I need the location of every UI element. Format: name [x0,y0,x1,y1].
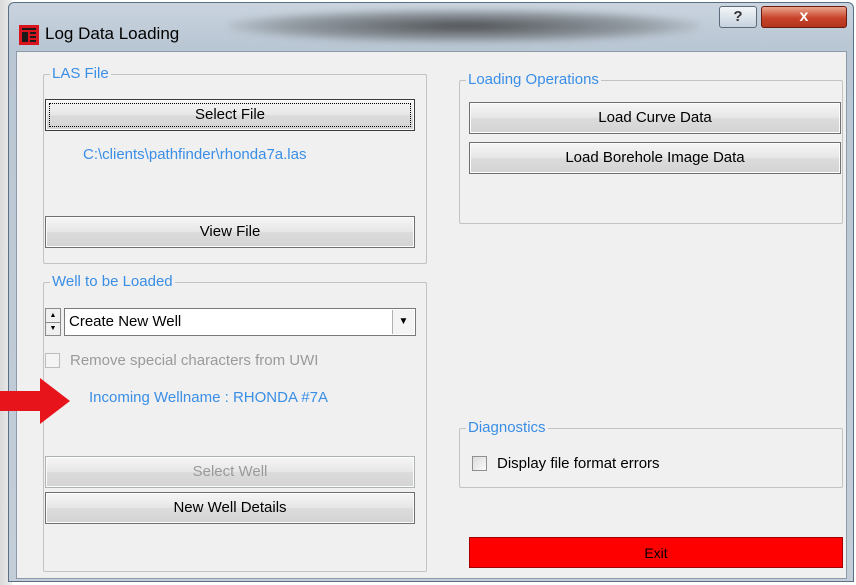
spin-down-icon[interactable]: ▼ [46,322,60,335]
well-select-combo[interactable]: Create New Well ▼ [64,308,416,336]
diagnostics-legend: Diagnostics [466,419,548,436]
incoming-wellname: Incoming Wellname : RHONDA #7A [89,389,328,406]
select-well-button[interactable]: Select Well [45,456,415,488]
well-spinner[interactable]: ▲ ▼ [45,308,61,336]
load-curve-data-button[interactable]: Load Curve Data [469,102,841,134]
title-bar[interactable]: Log Data Loading ? x [9,3,853,53]
las-file-legend: LAS File [50,65,111,82]
well-combo-value: Create New Well [69,313,182,330]
close-icon: x [799,8,809,25]
new-well-details-button[interactable]: New Well Details [45,492,415,524]
spin-up-icon[interactable]: ▲ [46,309,60,323]
dialog-client-area: LAS File Select File C:\clients\pathfind… [16,51,847,579]
remove-special-chars-checkbox[interactable] [45,353,60,368]
select-file-button[interactable]: Select File [45,99,415,131]
display-format-errors-label: Display file format errors [497,455,660,472]
window-title: Log Data Loading [45,24,180,43]
load-borehole-image-button[interactable]: Load Borehole Image Data [469,142,841,174]
display-format-errors-checkbox[interactable] [472,456,487,471]
remove-special-chars-label: Remove special characters from UWI [70,352,319,369]
annotation-arrow-icon [0,378,70,424]
dialog-window: Log Data Loading ? x LAS File Select Fil… [8,2,854,582]
chevron-down-icon[interactable]: ▼ [392,310,414,334]
close-button[interactable]: x [761,6,847,28]
selected-file-path: C:\clients\pathfinder\rhonda7a.las [83,146,307,163]
well-to-be-loaded-legend: Well to be Loaded [50,273,175,290]
app-icon [19,25,39,45]
view-file-button[interactable]: View File [45,216,415,248]
exit-button[interactable]: Exit [469,537,843,568]
loading-operations-legend: Loading Operations [466,71,601,88]
help-icon: ? [733,8,743,25]
help-button[interactable]: ? [719,6,757,28]
title-bar-shade [229,9,699,43]
